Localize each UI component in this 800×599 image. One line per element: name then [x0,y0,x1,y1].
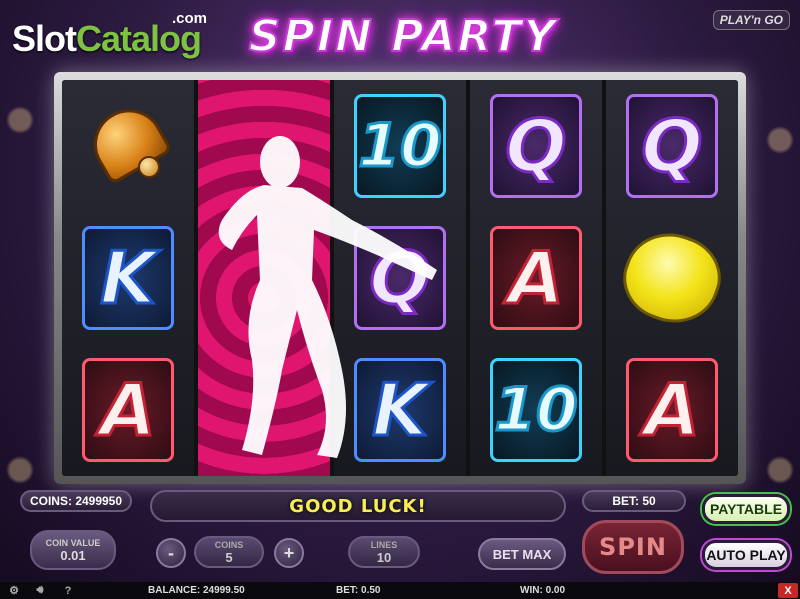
paytable-button[interactable]: PAYTABLE [702,494,790,524]
symbol-10: 10 [490,358,582,462]
reel-frame: K A 10 Q K Q A 10 Q A [54,72,746,484]
reel-3-cell-1: 10 [334,80,466,212]
symbol-a: A [82,358,174,462]
reel-4-cell-2: A [470,212,602,344]
help-icon[interactable]: ? [58,585,78,597]
coins-increase-button[interactable]: + [274,538,304,568]
lemon-symbol [611,220,733,336]
coin-value: 0.01 [60,547,86,563]
close-button[interactable]: X [778,583,798,598]
status-bet-display: BET: 0.50 [336,585,380,596]
status-bet-label: BET: [336,585,359,596]
reel-5-cell-1: Q [606,80,738,212]
reel-3: 10 Q K [334,80,466,476]
symbol-q: Q [354,226,446,330]
symbol-k: K [82,226,174,330]
coins-display: COINS: 2499950 [20,490,132,512]
coin-value-selector[interactable]: COIN VALUE 0.01 [30,530,116,570]
site-logo-suffix: .com [172,10,208,27]
coins-decrease-button[interactable]: - [156,538,186,568]
win-display: WIN: 0.00 [520,585,565,596]
bet-display: BET: 50 [582,490,686,512]
reel-5-cell-3: A [606,344,738,476]
bet-label: BET: [612,494,639,508]
spin-button[interactable]: SPIN [582,520,684,574]
message-bar: GOOD LUCK! [150,490,566,522]
reel-4: Q A 10 [470,80,602,476]
autoplay-button[interactable]: AUTO PLAY [702,540,790,570]
game-title: SPIN PARTY [248,10,558,63]
message-text: GOOD LUCK! [289,495,427,517]
site-logo-main: Slot [12,18,77,59]
reel-1-cell-2: K [62,212,194,344]
gear-icon[interactable]: ⚙ [4,584,24,597]
coins-step-label: COINS [214,539,244,550]
symbol-q: Q [626,94,718,198]
lines-value: 10 [376,549,392,565]
reel-4-cell-1: Q [470,80,602,212]
reels-grid: K A 10 Q K Q A 10 Q A [62,80,738,476]
symbol-k: K [354,358,446,462]
coins-value: 2499950 [75,494,123,508]
reel-1-cell-1 [62,80,194,212]
coins-label: COINS: [29,494,72,508]
reel-5-cell-2 [606,212,738,344]
win-label: WIN: [520,585,543,596]
reel-1-cell-3: A [62,344,194,476]
bet-value: 50 [642,494,656,508]
reel-1: KA [62,80,194,476]
symbol-q: Q [490,94,582,198]
lines-label: LINES [370,539,398,550]
status-bet-value: 0.50 [361,585,381,596]
provider-logo: PLAY'n GO [712,10,790,30]
symbol-10: 10 [354,94,446,198]
coins-step-value: 5 [225,549,233,565]
reel-4-cell-3: 10 [470,344,602,476]
symbol-a: A [490,226,582,330]
wild-reel [198,80,330,476]
symbol-a: A [626,358,718,462]
balance-label: BALANCE: [148,585,201,596]
bet-max-button[interactable]: BET MAX [478,538,566,570]
bell-symbol [80,96,176,188]
reel-3-cell-2: Q [334,212,466,344]
reel-5: QA [606,80,738,476]
status-bar: ⚙ 🔊︎ ? BALANCE: 24999.50 BET: 0.50 WIN: … [0,582,800,599]
speaker-icon[interactable]: 🔊︎ [30,584,50,597]
coin-value-label: COIN VALUE [45,537,101,548]
lines-display: LINES 10 [348,536,420,568]
balance-value: 24999.50 [203,585,245,596]
coins-stepper: COINS 5 [194,536,264,568]
balance-display: BALANCE: 24999.50 [148,585,245,596]
win-value: 0.00 [545,585,566,596]
reel-3-cell-3: K [334,344,466,476]
